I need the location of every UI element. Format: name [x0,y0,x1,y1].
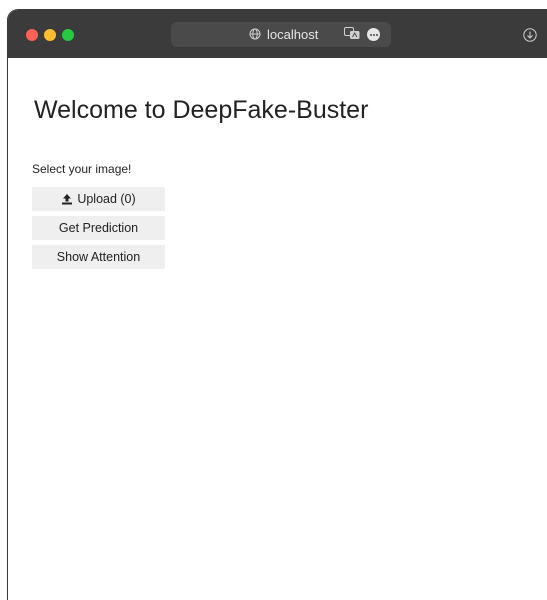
page-title: Welcome to DeepFake-Buster [34,96,369,124]
globe-icon [249,28,261,40]
upload-button[interactable]: Upload (0) [32,187,165,211]
more-icon[interactable] [367,28,380,41]
upload-icon [62,194,73,205]
close-window-button[interactable] [26,29,38,41]
browser-window: localhost Welcome to DeepFake-Buster Sel… [8,10,547,600]
page-content: Welcome to DeepFake-Buster Select your i… [8,58,547,600]
get-prediction-label: Get Prediction [58,221,139,235]
maximize-window-button[interactable] [62,29,74,41]
title-bar: localhost [8,10,547,58]
minimize-window-button[interactable] [44,29,56,41]
download-icon[interactable] [523,28,537,42]
show-attention-label: Show Attention [56,250,141,264]
get-prediction-button[interactable]: Get Prediction [32,216,165,240]
upload-button-label: Upload (0) [77,192,136,206]
select-image-prompt: Select your image! [32,162,132,176]
address-bar[interactable]: localhost [171,22,391,47]
address-text[interactable]: localhost [267,27,318,42]
show-attention-button[interactable]: Show Attention [32,245,165,269]
translate-icon[interactable] [344,27,360,41]
